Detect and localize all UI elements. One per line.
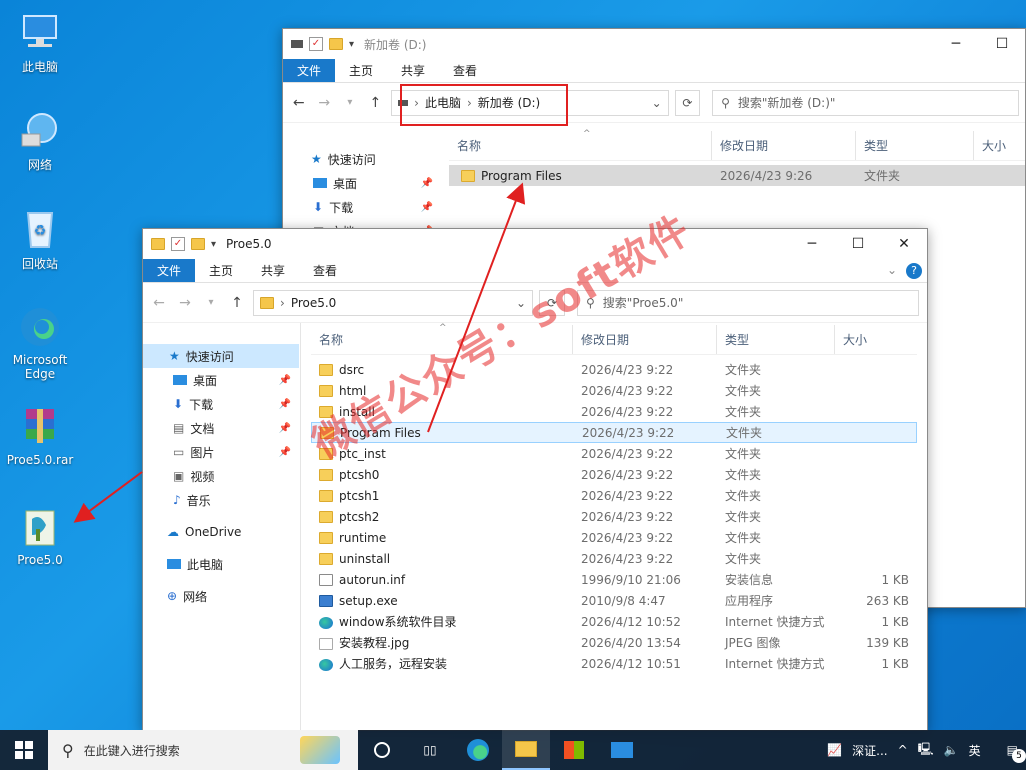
search-highlight-icon[interactable] xyxy=(300,736,340,764)
edge-icon xyxy=(467,739,489,761)
taskbar-mail[interactable] xyxy=(598,730,646,770)
file-explorer-icon xyxy=(515,741,537,757)
start-button[interactable] xyxy=(0,730,48,770)
cortana-icon xyxy=(374,742,390,758)
show-hidden-icons[interactable]: ^ xyxy=(898,743,908,757)
task-view-button[interactable] xyxy=(358,730,406,770)
notification-badge: 5 xyxy=(1012,749,1026,763)
taskbar-edge[interactable] xyxy=(454,730,502,770)
notification-center-icon[interactable]: ▤ 5 xyxy=(1007,743,1026,763)
store-icon xyxy=(564,741,584,759)
task-view-icon[interactable]: ▯▯ xyxy=(406,730,454,770)
stock-ticker-text[interactable]: 深证... xyxy=(852,742,887,759)
taskbar-file-explorer[interactable] xyxy=(502,730,550,770)
annotation-arrow xyxy=(73,471,143,523)
system-tray: 📈 深证... ^ 🖳 🔈 英 ▤ 5 xyxy=(827,740,1026,763)
volume-icon[interactable]: 🔈 xyxy=(944,743,959,757)
taskbar-search-box[interactable]: ⚲ 在此键入进行搜索 xyxy=(48,730,358,770)
search-icon: ⚲ xyxy=(62,740,74,760)
taskbar: ⚲ 在此键入进行搜索 ▯▯ 📈 深证... ^ 🖳 🔈 英 ▤ 5 xyxy=(0,730,1026,770)
stock-chart-icon[interactable]: 📈 xyxy=(827,743,842,757)
mail-icon xyxy=(611,742,633,758)
taskbar-store[interactable] xyxy=(550,730,598,770)
taskbar-search-placeholder: 在此键入进行搜索 xyxy=(83,743,180,758)
annotation-arrow xyxy=(427,182,526,433)
windows-logo-icon xyxy=(15,741,33,759)
annotation-arrows xyxy=(73,182,526,523)
ime-indicator[interactable]: 英 xyxy=(969,742,981,759)
network-status-icon[interactable]: 🖳 xyxy=(918,740,934,761)
